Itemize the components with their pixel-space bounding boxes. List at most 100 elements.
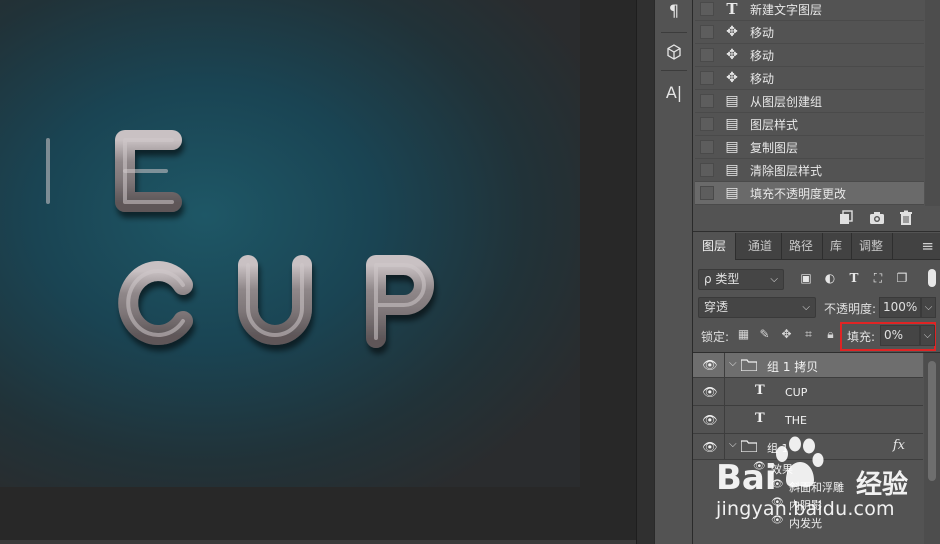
history-scrollbar[interactable] (925, 0, 940, 206)
tab-libraries[interactable]: 库 (821, 233, 853, 260)
panel-menu-icon[interactable]: ≡ (921, 237, 934, 255)
document-canvas[interactable] (0, 0, 580, 487)
filter-toggle[interactable] (928, 269, 936, 287)
chevron-down-icon[interactable]: ⌵ (729, 439, 737, 450)
history-snapshot-checkbox[interactable] (700, 140, 714, 154)
filter-kind-select[interactable]: ρ 类型 ⌵ (698, 269, 784, 290)
camera-icon[interactable] (868, 210, 886, 228)
eye-icon[interactable]: 👁︎ (702, 440, 718, 454)
collapsed-panel-strip: ¶ A| (654, 0, 693, 544)
filter-kind-label: ρ 类型 (704, 272, 740, 286)
strip-separator (661, 70, 687, 71)
layer-row-group-copy[interactable]: 👁︎ ⌵ 组 1 拷贝 (693, 353, 923, 378)
lock-artboard-icon[interactable]: ⌗ (801, 327, 816, 343)
history-item[interactable]: ▤ 清除图层样式 (695, 159, 924, 182)
lock-all-icon[interactable]: 🔒︎ (823, 327, 838, 343)
layer-row-text-cup[interactable]: 👁︎ T CUP (693, 378, 923, 406)
fill-dropdown-icon[interactable]: ⌵ (920, 325, 935, 346)
history-item[interactable]: ✥ 移动 (695, 21, 924, 44)
tab-adjustments[interactable]: 调整 (850, 233, 894, 260)
effect-inner-shadow-row[interactable]: 👁︎ 内阴影 (693, 495, 923, 513)
strip-separator (661, 32, 687, 33)
eye-icon[interactable]: 👁︎ (771, 497, 784, 508)
chevron-down-icon[interactable]: ⌵ (729, 358, 737, 369)
pilcrow-icon[interactable]: ¶ (655, 0, 693, 26)
effect-label: 内发光 (789, 517, 822, 530)
history-item-label: 移动 (750, 48, 775, 63)
history-snapshot-checkbox[interactable] (700, 94, 714, 108)
eye-icon[interactable]: 👁︎ (702, 385, 718, 399)
smart-object-filter-icon[interactable]: ❐ (895, 271, 909, 287)
history-item[interactable]: T 新建文字图层 (695, 0, 924, 21)
move-icon: ✥ (726, 47, 738, 63)
history-snapshot-checkbox[interactable] (700, 117, 714, 131)
layer-filter-row: ρ 类型 ⌵ ▣ ◐ T ⛶ ❐ (693, 265, 940, 293)
effect-bevel-row[interactable]: 👁︎ 斜面和浮雕 (693, 477, 923, 495)
history-snapshot-checkbox[interactable] (700, 48, 714, 62)
fx-icon[interactable]: fx (893, 438, 905, 453)
pixel-filter-icon[interactable]: ▣ (799, 271, 813, 287)
history-item[interactable]: ✥ 移动 (695, 67, 924, 90)
shape-filter-icon[interactable]: ⛶ (871, 271, 885, 287)
document-icon: ▤ (725, 185, 739, 201)
type-filter-icon[interactable]: T (847, 271, 861, 287)
history-snapshot-checkbox[interactable] (700, 186, 714, 200)
history-panel: T 新建文字图层 ✥ 移动 ✥ 移动 ✥ 移动 ▤ 从图层创建组 ▤ 图层样式 (693, 0, 940, 206)
horizontal-scrollbar[interactable] (0, 540, 636, 544)
tab-layers[interactable]: 图层 (693, 233, 737, 260)
scrollbar-thumb[interactable] (928, 361, 936, 481)
effects-row[interactable]: 👁︎ 效果 (693, 459, 923, 477)
text-layer-icon: T (726, 0, 738, 18)
panel-divider (636, 0, 654, 544)
letter-stroke-outer (0, 130, 434, 348)
effect-label: 斜面和浮雕 (789, 481, 844, 494)
history-item-label: 清除图层样式 (750, 163, 823, 178)
history-snapshot-checkbox[interactable] (700, 2, 714, 16)
canvas-area[interactable] (0, 0, 636, 544)
history-item[interactable]: ▤ 从图层创建组 (695, 90, 924, 113)
character-icon[interactable]: A| (655, 76, 693, 108)
chevron-down-icon: ⌵ (802, 302, 810, 313)
eye-icon[interactable]: 👁︎ (702, 413, 718, 427)
new-document-from-state-icon[interactable] (837, 210, 855, 228)
lock-image-pixels-icon[interactable]: ✎ (757, 327, 772, 343)
history-item-current[interactable]: ▤ 填充不透明度更改 (695, 182, 924, 205)
history-item-label: 复制图层 (750, 140, 799, 155)
history-snapshot-checkbox[interactable] (700, 25, 714, 39)
history-item[interactable]: ▤ 复制图层 (695, 136, 924, 159)
eye-icon[interactable]: 👁︎ (753, 461, 766, 472)
adjustment-filter-icon[interactable]: ◐ (823, 271, 837, 287)
eye-icon[interactable]: 👁︎ (702, 358, 718, 372)
tab-paths[interactable]: 路径 (780, 233, 824, 260)
opacity-input[interactable]: 100% (879, 297, 921, 318)
effect-inner-glow-row[interactable]: 👁︎ 内发光 (693, 513, 923, 531)
trash-icon[interactable] (897, 210, 915, 228)
tab-channels[interactable]: 通道 (739, 233, 783, 260)
layers-scrollbar[interactable] (924, 353, 940, 544)
eye-icon[interactable]: 👁︎ (771, 515, 784, 526)
fill-input[interactable]: 0% (880, 325, 920, 346)
document-artwork (0, 130, 434, 348)
layers-panel-tabs: 图层 通道 路径 库 调整 ≡ (693, 233, 940, 260)
layer-row-text-the[interactable]: 👁︎ T THE (693, 406, 923, 434)
document-icon: ▤ (725, 116, 739, 132)
layer-list: 👁︎ ⌵ 组 1 拷贝 👁︎ T CUP 👁︎ T THE 👁︎ ⌵ 组 1 f… (693, 352, 940, 544)
history-item-label: 移动 (750, 71, 775, 86)
history-snapshot-checkbox[interactable] (700, 163, 714, 177)
layer-row-group-1[interactable]: 👁︎ ⌵ 组 1 fx (693, 434, 923, 460)
eye-icon[interactable]: 👁︎ (771, 479, 784, 490)
blend-mode-select[interactable]: 穿透 ⌵ (698, 297, 816, 318)
history-item[interactable]: ▤ 图层样式 (695, 113, 924, 136)
folder-icon (741, 359, 757, 371)
history-snapshot-checkbox[interactable] (700, 71, 714, 85)
lock-transparent-pixels-icon[interactable]: ▦ (736, 327, 751, 343)
lock-position-icon[interactable]: ✥ (779, 327, 794, 343)
effect-label: 内阴影 (789, 499, 822, 512)
history-actions (693, 206, 940, 232)
history-item[interactable]: ✥ 移动 (695, 44, 924, 67)
fill-label: 填充: (847, 330, 876, 344)
layer-name: 组 1 (767, 442, 789, 455)
3d-cube-icon[interactable] (655, 36, 693, 68)
right-panels: T 新建文字图层 ✥ 移动 ✥ 移动 ✥ 移动 ▤ 从图层创建组 ▤ 图层样式 (693, 0, 940, 544)
opacity-dropdown-icon[interactable]: ⌵ (921, 297, 936, 318)
